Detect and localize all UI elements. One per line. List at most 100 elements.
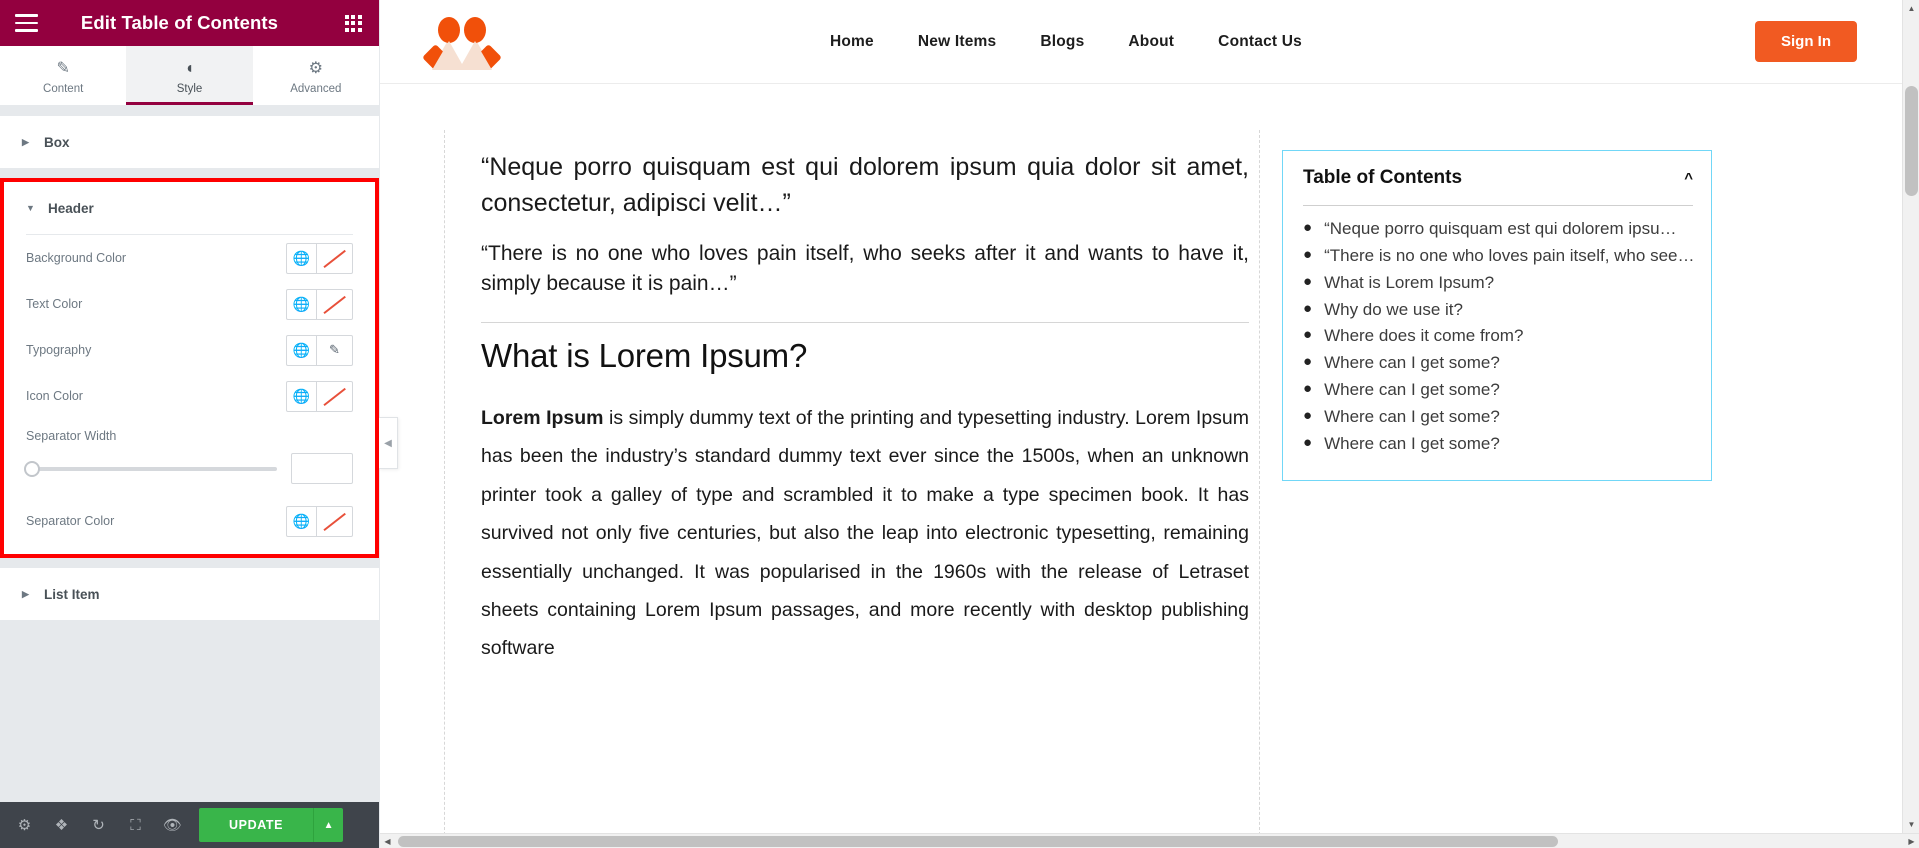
- tab-advanced[interactable]: ⚙ Advanced: [253, 46, 379, 105]
- scroll-right-arrow-icon[interactable]: ▶: [1904, 834, 1919, 848]
- control-separator-color: Separator Color 🌐: [4, 498, 375, 544]
- panel-title: Edit Table of Contents: [80, 12, 279, 33]
- color-control-group: 🌐: [286, 242, 353, 274]
- list-item[interactable]: ● “There is no one who loves pain itself,…: [1303, 243, 1693, 270]
- nav-link-blogs[interactable]: Blogs: [1040, 33, 1084, 51]
- toc-header: Table of Contents ^: [1303, 167, 1693, 205]
- separator-width-input[interactable]: [291, 453, 353, 484]
- preview-eye-icon[interactable]: 👁: [154, 802, 191, 848]
- table-of-contents-widget[interactable]: Table of Contents ^ ● “Neque porro quisqu…: [1282, 150, 1712, 481]
- contrast-icon: ◖: [184, 59, 195, 77]
- globe-icon[interactable]: 🌐: [286, 380, 317, 412]
- control-label: Icon Color: [26, 389, 83, 403]
- list-item[interactable]: ● Where does it come from?: [1303, 323, 1693, 350]
- color-swatch[interactable]: [317, 505, 353, 537]
- globe-icon[interactable]: 🌐: [286, 334, 317, 366]
- tab-advanced-label: Advanced: [290, 82, 342, 95]
- toc-inner: Table of Contents ^ ● “Neque porro quisqu…: [1283, 151, 1711, 480]
- list-item[interactable]: ● Where can I get some?: [1303, 377, 1693, 404]
- sign-in-button[interactable]: Sign In: [1755, 21, 1857, 62]
- list-item[interactable]: ● Where can I get some?: [1303, 431, 1693, 458]
- chevron-right-icon: ▶: [22, 136, 29, 147]
- site-logo[interactable]: [416, 12, 508, 72]
- section-list-item[interactable]: ▶ List Item: [0, 568, 379, 620]
- page-content: “Neque porro quisquam est qui dolorem ip…: [380, 84, 1919, 848]
- panel-divider-4: [0, 620, 379, 630]
- panel-collapse-handle[interactable]: ◀: [379, 417, 398, 469]
- layers-icon[interactable]: ❖: [43, 802, 80, 848]
- toc-item-label: “Neque porro quisquam est qui dolorem ip…: [1324, 219, 1677, 238]
- color-swatch[interactable]: [317, 380, 353, 412]
- bullet-icon: ●: [1303, 353, 1313, 371]
- pencil-icon: ✎: [56, 59, 70, 77]
- nav-link-home[interactable]: Home: [830, 33, 874, 51]
- nav-link-about[interactable]: About: [1128, 33, 1174, 51]
- list-item[interactable]: ● Where can I get some?: [1303, 350, 1693, 377]
- vertical-scrollbar-thumb[interactable]: [1905, 86, 1918, 196]
- scroll-up-arrow-icon[interactable]: ▲: [1903, 0, 1919, 17]
- chevron-up-icon[interactable]: ^: [1684, 170, 1693, 187]
- toc-item-label: Where can I get some?: [1324, 433, 1500, 453]
- vertical-scrollbar[interactable]: ▲ ▼: [1902, 0, 1919, 833]
- section-header[interactable]: ▼ Header: [4, 182, 375, 234]
- horizontal-scrollbar[interactable]: ◀ ▶: [380, 833, 1919, 848]
- typography-control-group: 🌐 ✎: [286, 334, 353, 366]
- color-swatch[interactable]: [317, 242, 353, 274]
- gear-icon: ⚙: [308, 59, 323, 77]
- panel-header-bar: Edit Table of Contents: [0, 0, 379, 46]
- globe-icon[interactable]: 🌐: [286, 288, 317, 320]
- apps-grid-icon[interactable]: [327, 0, 379, 46]
- editor-root: Edit Table of Contents ✎ Content ◖ Style…: [0, 0, 1919, 848]
- scroll-left-arrow-icon[interactable]: ◀: [380, 834, 395, 848]
- globe-icon[interactable]: 🌐: [286, 242, 317, 274]
- logo-icon: [423, 16, 501, 70]
- article-body-text: is simply dummy text of the printing and…: [481, 406, 1250, 660]
- list-item[interactable]: ● Why do we use it?: [1303, 297, 1693, 324]
- separator-width-slider[interactable]: [24, 460, 277, 477]
- toc-list: ● “Neque porro quisquam est qui dolorem i…: [1303, 216, 1693, 458]
- history-icon[interactable]: ↻: [80, 802, 117, 848]
- control-label: Typography: [26, 343, 92, 357]
- list-item[interactable]: ● “Neque porro quisquam est qui dolorem i…: [1303, 216, 1693, 243]
- nav-link-contact-us[interactable]: Contact Us: [1218, 33, 1302, 51]
- section-list-item-label: List Item: [44, 586, 100, 602]
- list-item[interactable]: ● Where can I get some?: [1303, 404, 1693, 431]
- main-nav: Home New Items Blogs About Contact Us: [830, 33, 1302, 51]
- bullet-icon: ●: [1303, 245, 1313, 263]
- toc-item-label: Why do we use it?: [1324, 299, 1463, 319]
- control-separator-width: Separator Width: [4, 419, 375, 453]
- toc-item-label: Where does it come from?: [1324, 326, 1524, 346]
- horizontal-scrollbar-thumb[interactable]: [398, 836, 1558, 847]
- tab-content[interactable]: ✎ Content: [0, 46, 126, 105]
- update-options-caret-icon[interactable]: ▲: [313, 808, 344, 842]
- toc-item-label: What is Lorem Ipsum?: [1324, 272, 1495, 292]
- header-section-highlight: ▼ Header Background Color 🌐 Text Color 🌐: [0, 178, 379, 558]
- control-label: Text Color: [26, 297, 83, 311]
- article-divider: [481, 321, 1249, 323]
- color-control-group: 🌐: [286, 380, 353, 412]
- control-text-color: Text Color 🌐: [4, 281, 375, 327]
- article-inner: “Neque porro quisquam est qui dolorem ip…: [444, 130, 1260, 848]
- slider-handle[interactable]: [24, 460, 40, 477]
- gear-icon[interactable]: ⚙: [6, 802, 43, 848]
- toc-separator: [1303, 205, 1693, 206]
- bullet-icon: ●: [1303, 433, 1313, 451]
- pencil-edit-icon[interactable]: ✎: [317, 334, 353, 366]
- article-body: Lorem Ipsum is simply dummy text of the …: [481, 399, 1249, 668]
- bullet-icon: ●: [1303, 219, 1313, 236]
- section-box-label: Box: [44, 134, 70, 150]
- toc-item-label: “There is no one who loves pain itself, …: [1324, 245, 1693, 265]
- list-item[interactable]: ● What is Lorem Ipsum?: [1303, 270, 1693, 297]
- article-quote-2: “There is no one who loves pain itself, …: [481, 242, 1249, 296]
- scroll-down-arrow-icon[interactable]: ▼: [1903, 816, 1919, 833]
- responsive-icon[interactable]: ⛶: [117, 802, 154, 848]
- section-box[interactable]: ▶ Box: [0, 116, 379, 168]
- nav-link-new-items[interactable]: New Items: [918, 33, 996, 51]
- control-label: Separator Color: [26, 514, 115, 528]
- control-icon-color: Icon Color 🌐: [4, 373, 375, 419]
- tab-style[interactable]: ◖ Style: [126, 46, 253, 105]
- globe-icon[interactable]: 🌐: [286, 505, 317, 537]
- color-swatch[interactable]: [317, 288, 353, 320]
- update-button[interactable]: UPDATE: [199, 808, 314, 842]
- article-quote-1: “Neque porro quisquam est qui dolorem ip…: [481, 153, 1249, 217]
